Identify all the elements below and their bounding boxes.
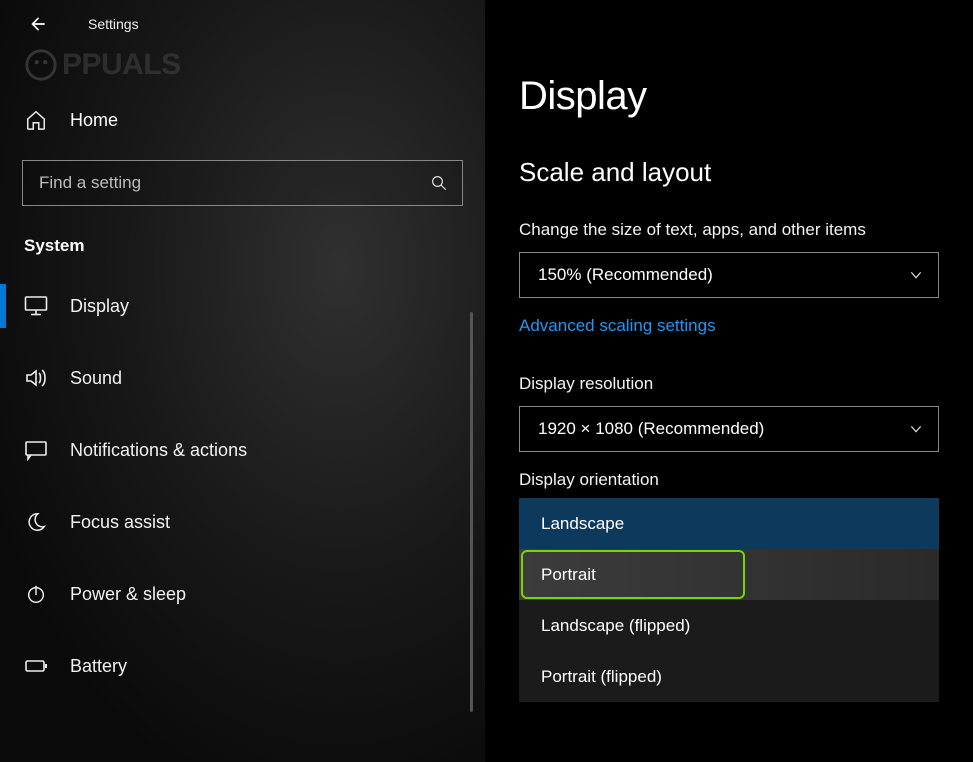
sidebar-item-label: Notifications & actions bbox=[70, 440, 247, 461]
option-label: Portrait bbox=[541, 565, 596, 585]
orientation-option-portrait-flipped[interactable]: Portrait (flipped) bbox=[519, 651, 939, 702]
watermark-icon bbox=[24, 48, 58, 82]
sidebar-item-focus-assist[interactable]: Focus assist bbox=[0, 486, 485, 558]
home-button[interactable]: Home bbox=[0, 98, 485, 142]
sidebar-item-label: Display bbox=[70, 296, 129, 317]
message-icon bbox=[24, 439, 48, 461]
sidebar: Settings PPUALS Home System bbox=[0, 0, 485, 762]
resolution-dropdown[interactable]: 1920 × 1080 (Recommended) bbox=[519, 406, 939, 452]
option-label: Landscape (flipped) bbox=[541, 616, 690, 636]
orientation-option-portrait[interactable]: Portrait bbox=[519, 549, 939, 600]
section-title: Scale and layout bbox=[519, 157, 939, 188]
monitor-icon bbox=[24, 295, 48, 317]
sidebar-item-display[interactable]: Display bbox=[0, 270, 485, 342]
search-icon bbox=[430, 174, 448, 192]
battery-icon bbox=[24, 655, 48, 677]
sidebar-item-power-sleep[interactable]: Power & sleep bbox=[0, 558, 485, 630]
nav-list: Display Sound Notifications & actions Fo… bbox=[0, 270, 485, 702]
category-label: System bbox=[24, 236, 485, 256]
scale-dropdown[interactable]: 150% (Recommended) bbox=[519, 252, 939, 298]
settings-window: Settings PPUALS Home System bbox=[0, 0, 973, 762]
home-label: Home bbox=[70, 110, 118, 131]
scale-value: 150% (Recommended) bbox=[538, 265, 713, 285]
orientation-dropdown-open[interactable]: Landscape Portrait Landscape (flipped) P… bbox=[519, 498, 939, 702]
orientation-label: Display orientation bbox=[519, 470, 939, 490]
sidebar-item-label: Power & sleep bbox=[70, 584, 186, 605]
content-pane: Display Scale and layout Change the size… bbox=[485, 0, 973, 762]
power-icon bbox=[24, 583, 48, 605]
moon-icon bbox=[24, 511, 48, 533]
app-title: Settings bbox=[88, 16, 139, 32]
sidebar-item-label: Battery bbox=[70, 656, 127, 677]
orientation-option-landscape-flipped[interactable]: Landscape (flipped) bbox=[519, 600, 939, 651]
resolution-label: Display resolution bbox=[519, 374, 939, 394]
search-input[interactable] bbox=[37, 172, 430, 194]
sidebar-item-label: Focus assist bbox=[70, 512, 170, 533]
sidebar-scrollbar[interactable] bbox=[470, 312, 473, 712]
sidebar-item-notifications[interactable]: Notifications & actions bbox=[0, 414, 485, 486]
sidebar-item-battery[interactable]: Battery bbox=[0, 630, 485, 702]
header-row: Settings bbox=[0, 0, 485, 48]
arrow-left-icon bbox=[28, 14, 48, 34]
sound-icon bbox=[24, 367, 48, 389]
scale-label: Change the size of text, apps, and other… bbox=[519, 220, 939, 240]
back-button[interactable] bbox=[16, 2, 60, 46]
watermark: PPUALS bbox=[24, 48, 181, 82]
chevron-down-icon bbox=[908, 267, 924, 283]
orientation-option-list: Landscape Portrait Landscape (flipped) P… bbox=[519, 498, 939, 702]
option-label: Portrait (flipped) bbox=[541, 667, 662, 687]
sidebar-item-label: Sound bbox=[70, 368, 122, 389]
home-icon bbox=[24, 109, 48, 131]
advanced-scaling-link[interactable]: Advanced scaling settings bbox=[519, 316, 716, 336]
option-label: Landscape bbox=[541, 514, 624, 534]
watermark-text: PPUALS bbox=[62, 48, 181, 82]
resolution-value: 1920 × 1080 (Recommended) bbox=[538, 419, 764, 439]
chevron-down-icon bbox=[908, 421, 924, 437]
sidebar-item-sound[interactable]: Sound bbox=[0, 342, 485, 414]
search-box[interactable] bbox=[22, 160, 463, 206]
orientation-option-landscape[interactable]: Landscape bbox=[519, 498, 939, 549]
page-title: Display bbox=[519, 74, 939, 119]
